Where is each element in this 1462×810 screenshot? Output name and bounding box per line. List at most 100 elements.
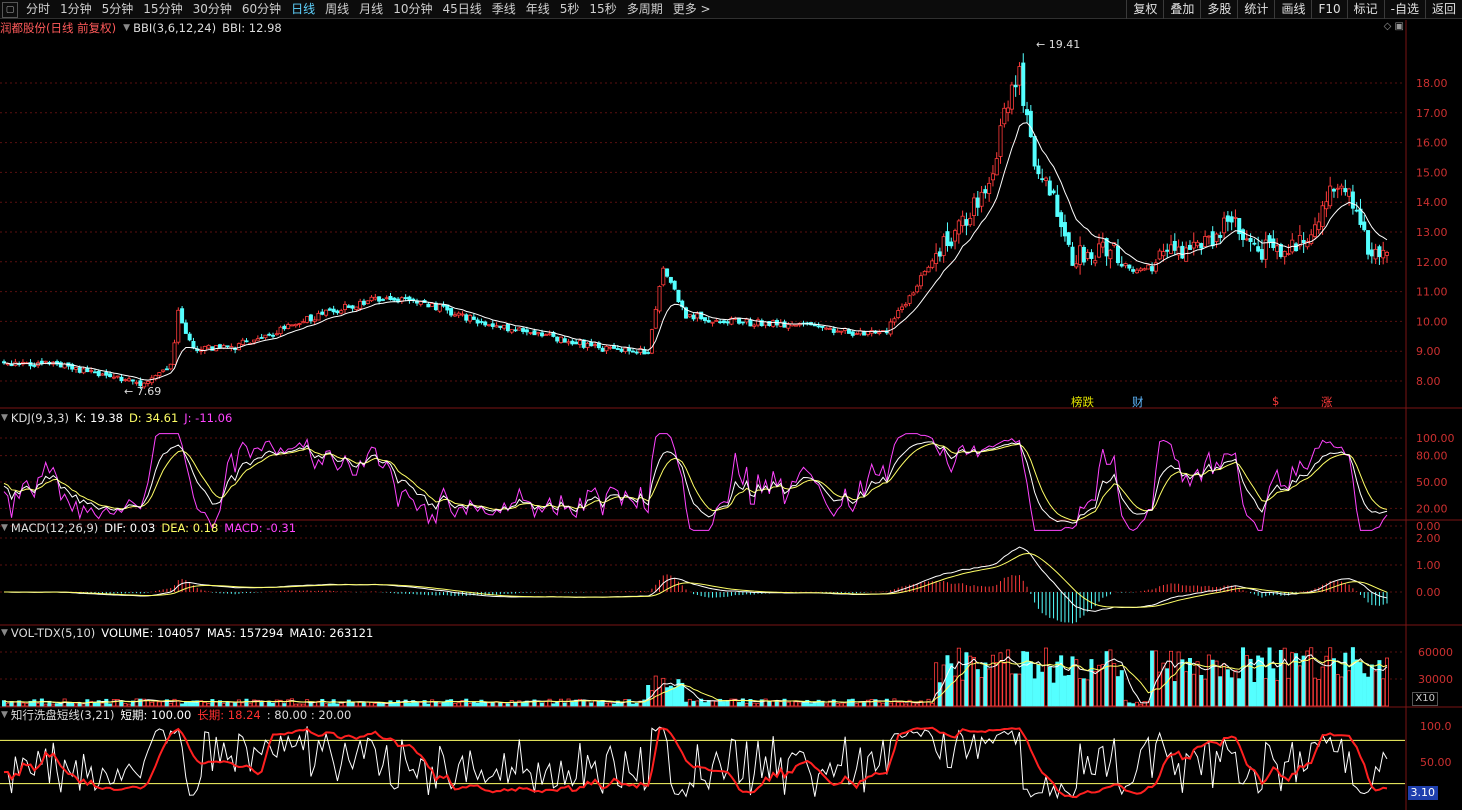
candle-body [585, 342, 590, 348]
candle-body [987, 182, 992, 194]
candle-body [1115, 245, 1120, 264]
bbi-indicator-name[interactable]: BBI(3,6,12,24) [133, 20, 216, 36]
volume-bar [346, 699, 351, 707]
volume-bar [145, 700, 150, 707]
candle-body [1195, 241, 1200, 247]
candle-body [990, 173, 995, 181]
candle-body [1267, 235, 1272, 243]
toolbar-button-0[interactable]: 复权 [1126, 0, 1163, 19]
dropdown-triangle-icon[interactable]: ▼ [123, 20, 130, 36]
volume-bar [1134, 701, 1139, 707]
candle-body [528, 332, 533, 334]
toolbar-button-4[interactable]: 画线 [1274, 0, 1311, 19]
event-marker-1[interactable]: 财 [1131, 394, 1145, 410]
candle-body [589, 341, 594, 347]
candle-body [172, 342, 177, 365]
volume-bar [240, 702, 245, 707]
toolbar-button-1[interactable]: 叠加 [1163, 0, 1200, 19]
period-tab-11[interactable]: 季线 [487, 0, 521, 19]
volume-bar [1339, 676, 1344, 707]
candle-body [1259, 249, 1264, 260]
macd-panel-title: ▼ MACD(12,26,9) DIF: 0.03 DEA: 0.18 MACD… [0, 520, 302, 536]
candle-body [971, 197, 976, 216]
dropdown-triangle-icon[interactable]: ▼ [1, 625, 8, 641]
event-marker-0[interactable]: 榜跌 [1070, 394, 1095, 410]
period-tab-4[interactable]: 30分钟 [188, 0, 237, 19]
volume-bar [915, 703, 920, 707]
vol-panel-title: ▼ VOL-TDX(5,10) VOLUME: 104057 MA5: 1572… [0, 625, 379, 641]
volume-bar [1100, 664, 1105, 707]
wash-name[interactable]: 知行洗盘短线(3,21) [11, 707, 115, 723]
period-tab-9[interactable]: 10分钟 [388, 0, 437, 19]
candle-body [149, 377, 154, 384]
period-tab-8[interactable]: 月线 [354, 0, 388, 19]
period-tab-15[interactable]: 多周期 [622, 0, 668, 19]
event-marker-3[interactable]: 涨 [1320, 394, 1334, 410]
candle-body [1203, 236, 1208, 247]
kdj-panel-title: ▼ KDJ(9,3,3) K: 19.38 D: 34.61 J: -11.06 [0, 410, 238, 426]
candle-body [915, 285, 920, 293]
square-toggle-icon[interactable]: ▢ [2, 1, 18, 18]
candle-body [183, 322, 188, 334]
period-tab-16[interactable]: 更多 > [668, 0, 716, 19]
candle-body [1021, 62, 1026, 106]
volume-bar [1331, 658, 1336, 707]
toolbar-button-7[interactable]: -自选 [1383, 0, 1425, 19]
candle-body [324, 309, 329, 316]
kdj-name[interactable]: KDJ(9,3,3) [11, 410, 69, 426]
period-tab-3[interactable]: 15分钟 [138, 0, 187, 19]
candle-body [691, 314, 696, 320]
event-marker-2[interactable]: $ [1271, 394, 1280, 408]
macd-name[interactable]: MACD(12,26,9) [11, 520, 98, 536]
candle-body [1233, 217, 1238, 219]
dropdown-triangle-icon[interactable]: ▼ [1, 707, 8, 723]
candle-body [411, 298, 416, 301]
candle-body [1032, 136, 1037, 167]
toolbar-button-2[interactable]: 多股 [1200, 0, 1237, 19]
volume-bar [456, 702, 461, 707]
volume-bar [684, 701, 689, 707]
volume-bar [839, 703, 844, 707]
volume-bar [505, 703, 510, 707]
toolbar-button-5[interactable]: F10 [1311, 0, 1346, 19]
candle-body [1036, 165, 1041, 175]
period-tab-0[interactable]: 分时 [21, 0, 55, 19]
candle-body [89, 370, 94, 372]
candle-body [941, 236, 946, 256]
period-tab-5[interactable]: 60分钟 [237, 0, 286, 19]
volume-bar [39, 698, 44, 707]
period-tab-2[interactable]: 5分钟 [97, 0, 139, 19]
toolbar-button-6[interactable]: 标记 [1346, 0, 1384, 19]
toolbar-button-3[interactable]: 统计 [1237, 0, 1274, 19]
candle-body [517, 327, 522, 331]
volume-bar [100, 702, 105, 707]
period-tab-12[interactable]: 年线 [521, 0, 555, 19]
candle-body [1354, 209, 1359, 212]
candle-body [407, 296, 412, 301]
volume-bar [752, 702, 757, 707]
toolbar-button-8[interactable]: 返回 [1424, 0, 1462, 19]
dropdown-triangle-icon[interactable]: ▼ [1, 520, 8, 536]
volume-bar [589, 702, 594, 707]
dropdown-triangle-icon[interactable]: ▼ [1, 410, 8, 426]
volume-bar [58, 703, 63, 707]
period-tab-1[interactable]: 1分钟 [55, 0, 97, 19]
candle-body [577, 340, 582, 345]
period-tab-13[interactable]: 5秒 [555, 0, 585, 19]
period-tab-6[interactable]: 日线 [286, 0, 320, 19]
volume-bar [604, 702, 609, 707]
volume-bar [415, 701, 420, 707]
candle-body [543, 334, 548, 337]
period-tab-7[interactable]: 周线 [320, 0, 354, 19]
volume-scale-label[interactable]: X10 [1412, 692, 1438, 706]
volume-bar [335, 703, 340, 707]
candle-body [1362, 221, 1367, 231]
volume-bar [471, 702, 476, 707]
period-tab-14[interactable]: 15秒 [584, 0, 621, 19]
candle-body [369, 296, 374, 302]
volume-bar [596, 700, 601, 707]
candle-body [161, 369, 166, 372]
vol-name[interactable]: VOL-TDX(5,10) [11, 625, 95, 641]
period-tab-10[interactable]: 45日线 [437, 0, 486, 19]
volume-bar [657, 687, 662, 707]
